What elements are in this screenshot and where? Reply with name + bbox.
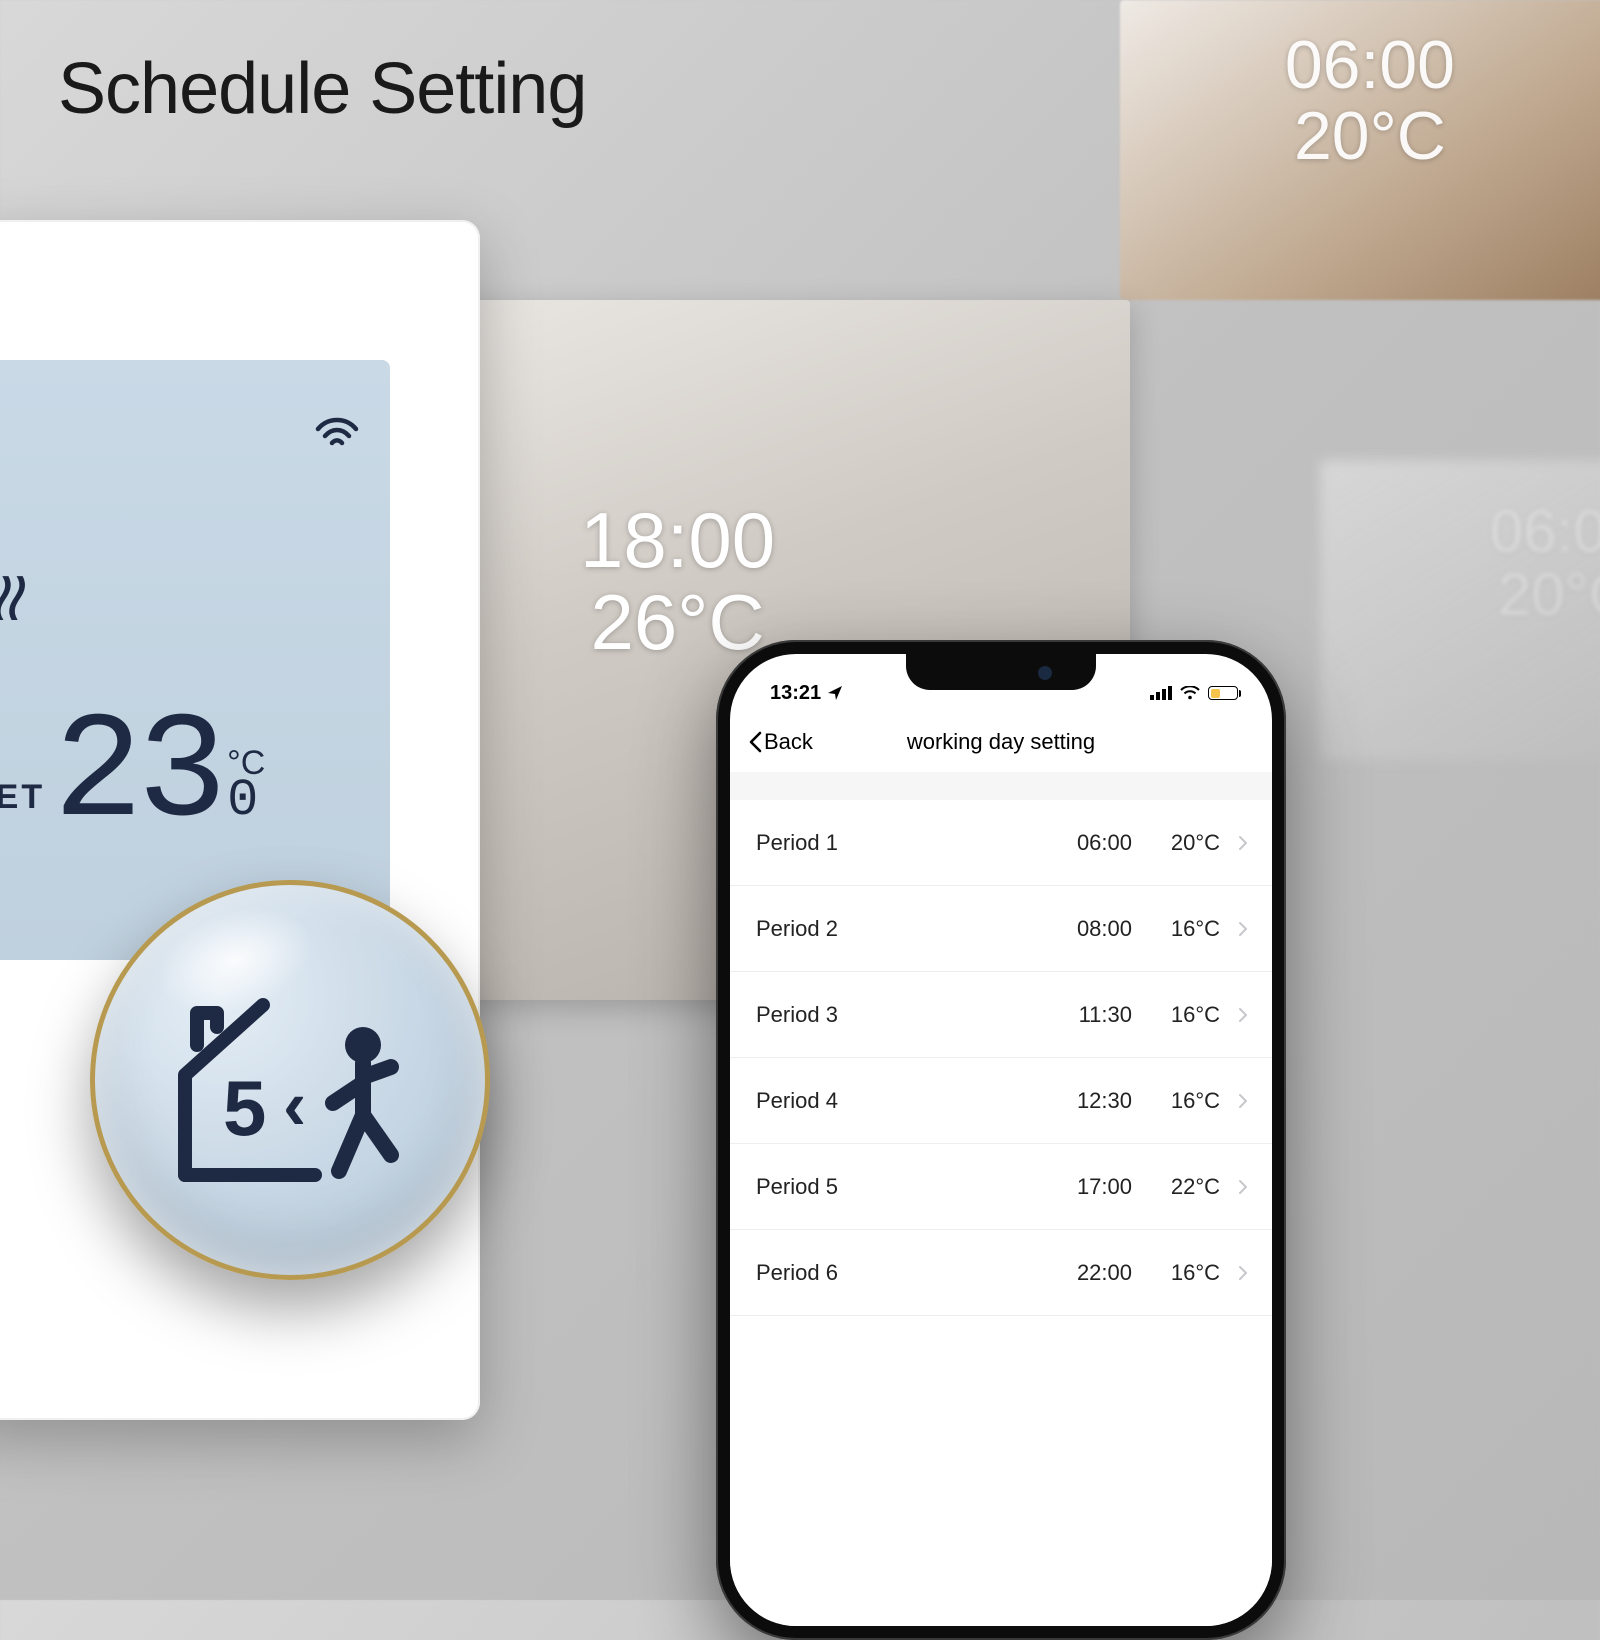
period-time: 17:00 [1046, 1174, 1132, 1200]
set-temperature-value: 23 [53, 715, 221, 835]
period-label: Period 3 [756, 1002, 1046, 1028]
period-label: Period 6 [756, 1260, 1046, 1286]
phone-notch [906, 654, 1096, 690]
chevron-left-icon [748, 731, 762, 753]
page-title: Schedule Setting [58, 48, 586, 130]
heat-waves-icon: ≀≀≀ [0, 555, 13, 637]
chevron-right-icon [1238, 1093, 1248, 1109]
period-number: 5 [223, 1064, 266, 1152]
cell-signal-icon [1150, 686, 1172, 700]
overlay-morning-temp: 20°C [1285, 101, 1455, 172]
wifi-icon [1180, 686, 1200, 700]
period-time: 22:00 [1046, 1260, 1132, 1286]
location-arrow-icon [827, 685, 843, 701]
unit-decimal-digit: 0 [227, 778, 265, 825]
period-temp: 16°C [1146, 1002, 1220, 1028]
set-label: SET [0, 778, 45, 817]
overlay-evening: 18:00 26°C [580, 500, 775, 664]
chevron-right-icon [1238, 835, 1248, 851]
overlay-evening-temp: 26°C [580, 582, 775, 664]
temperature-unit: °C 0 [227, 748, 265, 825]
period-temp: 16°C [1146, 916, 1220, 942]
period-temp: 22°C [1146, 1174, 1220, 1200]
period-temp: 16°C [1146, 1088, 1220, 1114]
period-time: 11:30 [1046, 1002, 1132, 1028]
period-row[interactable]: Period 622:00 16°C [730, 1230, 1272, 1316]
svg-text:‹: ‹ [283, 1066, 306, 1144]
battery-icon [1208, 686, 1238, 700]
battery-fill [1211, 689, 1220, 698]
period-row[interactable]: Period 517:00 22°C [730, 1144, 1272, 1230]
overlay-morning-time: 06:00 [1285, 30, 1455, 101]
overlay-blurred-time: 06:00 [1490, 500, 1600, 563]
list-spacer [730, 772, 1272, 800]
period-temp: 20°C [1146, 830, 1220, 856]
chevron-right-icon [1238, 1179, 1248, 1195]
period-row[interactable]: Period 208:00 16°C [730, 886, 1272, 972]
chevron-right-icon [1238, 1265, 1248, 1281]
phone-mockup: 13:21 [716, 640, 1286, 1640]
chevron-right-icon [1238, 1007, 1248, 1023]
period-label: Period 4 [756, 1088, 1046, 1114]
period-list: Period 106:0020°CPeriod 208:0016°CPeriod… [730, 800, 1272, 1626]
nav-header: Back working day setting [730, 712, 1272, 772]
arrive-home-period-icon: 5 ‹ [165, 975, 415, 1185]
period-row[interactable]: Period 106:00 20°C [730, 800, 1272, 886]
overlay-blurred: 06:00 20°C [1490, 500, 1600, 626]
period-label: Period 1 [756, 830, 1046, 856]
period-label: Period 2 [756, 916, 1046, 942]
set-temperature-row: SET 23 °C 0 [0, 715, 265, 835]
wifi-icon [314, 415, 360, 449]
period-row[interactable]: Period 311:30 16°C [730, 972, 1272, 1058]
thermostat-screen: ≀≀≀ SET 23 °C 0 [0, 360, 390, 960]
overlay-evening-time: 18:00 [580, 500, 775, 582]
period-label: Period 5 [756, 1174, 1046, 1200]
overlay-morning: 06:00 20°C [1285, 30, 1455, 173]
back-label: Back [764, 729, 813, 755]
plus-button[interactable]: + [0, 1215, 1, 1280]
chevron-right-icon [1238, 921, 1248, 937]
screen-title: working day setting [907, 729, 1095, 755]
period-temp: 16°C [1146, 1260, 1220, 1286]
overlay-blurred-temp: 20°C [1490, 563, 1600, 626]
period-time: 12:30 [1046, 1088, 1132, 1114]
period-time: 08:00 [1046, 916, 1132, 942]
magnifier-bubble: 5 ‹ [90, 880, 490, 1280]
period-time: 06:00 [1046, 830, 1132, 856]
status-time: 13:21 [770, 682, 821, 705]
phone-screen: 13:21 [730, 654, 1272, 1626]
back-button[interactable]: Back [748, 729, 813, 755]
period-row[interactable]: Period 412:30 16°C [730, 1058, 1272, 1144]
